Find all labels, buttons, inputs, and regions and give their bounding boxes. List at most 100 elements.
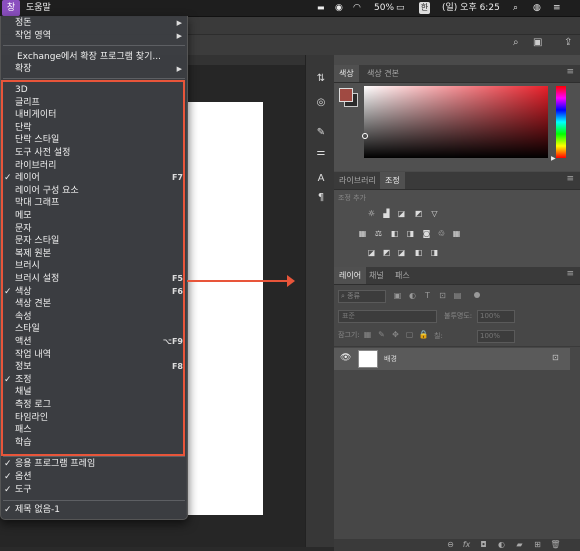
menu-separator <box>3 45 185 46</box>
share-icon[interactable]: ⇪ <box>564 37 572 48</box>
new-layer-icon[interactable]: ⊞ <box>532 540 543 549</box>
black-white-icon[interactable]: ◨ <box>405 229 416 238</box>
camera-icon[interactable]: ◉ <box>335 0 343 16</box>
filter-toggle[interactable] <box>474 292 480 298</box>
link-layers-icon[interactable]: ⊖ <box>445 540 456 549</box>
document-canvas[interactable] <box>186 102 263 515</box>
delete-layer-icon[interactable]: 🗑 <box>550 540 561 549</box>
threshold-icon[interactable]: ◪ <box>396 248 407 257</box>
filter-type-icon[interactable]: T <box>422 291 433 300</box>
lock-image-icon[interactable]: ✎ <box>376 330 387 339</box>
color-picker-cursor[interactable] <box>362 133 368 139</box>
tab-color[interactable]: 색상 <box>334 65 359 82</box>
submenu-arrow-icon: ▶ <box>176 19 182 27</box>
siri-icon[interactable]: ◍ <box>533 0 541 16</box>
layer-name[interactable]: 배경 <box>384 354 397 364</box>
gradient-adjust-icon[interactable]: ▽ <box>429 209 440 218</box>
color-lookup-icon[interactable]: ▦ <box>451 229 462 238</box>
lock-artboard-icon[interactable]: ▢ <box>404 330 415 339</box>
exposure-icon[interactable]: ◩ <box>413 209 424 218</box>
spotlight-icon[interactable]: ⌕ <box>513 0 518 16</box>
checkmark-icon: ✓ <box>4 459 12 469</box>
photo-filter-icon[interactable]: ◙ <box>421 229 432 238</box>
add-mask-icon[interactable]: ◘ <box>478 540 489 549</box>
brush-icon[interactable]: ✎ <box>315 127 327 139</box>
blend-mode-select[interactable]: 표준 <box>338 310 437 323</box>
new-adjustment-icon[interactable]: ◐ <box>496 540 507 549</box>
layer-lock-icon[interactable]: ⊡ <box>552 353 559 362</box>
menu-item-label: 작업 영역 <box>15 31 51 41</box>
menu-item-extensions[interactable]: 확장 ▶ <box>1 63 187 75</box>
menu-item-label: 제목 없음-1 <box>15 505 60 515</box>
filter-adjust-icon[interactable]: ◐ <box>407 291 418 300</box>
brush-settings-icon[interactable]: ⚌ <box>315 147 327 159</box>
channel-mixer-icon[interactable]: ♲ <box>436 229 447 238</box>
color-field[interactable] <box>364 86 548 158</box>
window-menu[interactable]: 창 <box>2 0 20 16</box>
color-balance-icon[interactable]: ◧ <box>389 229 400 238</box>
selective-color-icon[interactable]: ◨ <box>429 248 440 257</box>
search-icon[interactable]: ⌕ <box>513 37 519 48</box>
history-icon[interactable]: ⇅ <box>315 73 327 85</box>
posterize-icon[interactable]: ◩ <box>381 248 392 257</box>
tab-paths[interactable]: 패스 <box>390 267 415 284</box>
actions-icon[interactable]: ◎ <box>315 97 327 109</box>
submenu-arrow-icon: ▶ <box>176 32 182 40</box>
filter-shape-icon[interactable]: ⊡ <box>437 291 448 300</box>
lock-transparent-icon[interactable]: ▦ <box>362 330 373 339</box>
annotation-arrow-line <box>187 280 291 282</box>
filter-pixel-icon[interactable]: ▣ <box>392 291 403 300</box>
help-menu[interactable]: 도움말 <box>26 0 51 16</box>
battery-icon[interactable]: ▭ <box>396 0 405 16</box>
tab-libraries[interactable]: 라이브러리 <box>334 172 381 189</box>
brightness-icon[interactable]: ☼ <box>366 209 377 218</box>
gradient-map-icon[interactable]: ◧ <box>413 248 424 257</box>
hue-slider[interactable] <box>556 86 566 158</box>
tab-channels[interactable]: 채널 <box>364 267 389 284</box>
wifi-icon[interactable]: ◠ <box>353 0 361 16</box>
layers-panel: ⌕ 종류 ▣ ◐ T ⊡ ▤ 표준 불투명도: 100% 잠그기: ▦ ✎ ✥ … <box>334 285 580 539</box>
curves-icon[interactable]: ◪ <box>396 209 407 218</box>
vibrance-icon[interactable]: ▦ <box>357 229 368 238</box>
menu-item-exchange[interactable]: Exchange에서 확장 프로그램 찾기... <box>1 51 187 63</box>
lock-position-icon[interactable]: ✥ <box>390 330 401 339</box>
panel-menu-icon[interactable]: ≡ <box>566 269 574 279</box>
new-group-icon[interactable]: ▰ <box>514 540 525 549</box>
menu-item-workspace[interactable]: 작업 영역 ▶ <box>1 30 187 42</box>
opacity-field[interactable]: 100% <box>477 310 515 323</box>
menu-item-arrange[interactable]: 정돈 ▶ <box>1 17 187 29</box>
hue-saturation-icon[interactable]: ⚖ <box>373 229 384 238</box>
levels-icon[interactable]: ▟ <box>381 209 392 218</box>
fx-icon[interactable]: fx <box>461 540 472 549</box>
input-source[interactable]: 한 <box>419 2 430 14</box>
hue-slider-handle[interactable]: ▶ <box>551 155 556 162</box>
lock-all-icon[interactable]: 🔒 <box>418 330 429 339</box>
foreground-color-swatch[interactable] <box>339 88 353 102</box>
tab-swatches[interactable]: 색상 견본 <box>362 65 404 82</box>
filter-smart-icon[interactable]: ▤ <box>452 291 463 300</box>
menu-item-frame-option[interactable]: ✓ 도구 <box>1 484 187 496</box>
checkmark-icon: ✓ <box>4 485 12 495</box>
paragraph-icon[interactable]: ¶ <box>315 192 327 204</box>
clock[interactable]: (일) 오후 6:25 <box>442 0 500 16</box>
layer-kind-filter[interactable]: ⌕ 종류 <box>338 290 386 303</box>
workspace-icon[interactable]: ▣ <box>533 37 542 48</box>
panel-menu-icon[interactable]: ≡ <box>566 67 574 77</box>
display-icon[interactable]: ▬ <box>317 0 325 16</box>
invert-icon[interactable]: ◪ <box>366 248 377 257</box>
fill-label: 칠: <box>434 332 443 340</box>
panel-menu-icon[interactable]: ≡ <box>566 174 574 184</box>
adjustments-panel-tabs: 라이브러리 조정 ≡ <box>334 172 580 190</box>
layer-row[interactable]: 👁 배경 ⊡ <box>334 348 570 370</box>
fill-field[interactable]: 100% <box>477 330 515 343</box>
menu-item-frame-option[interactable]: ✓ 옵션 <box>1 471 187 483</box>
character-icon[interactable]: A <box>315 173 327 185</box>
tab-adjustments[interactable]: 조정 <box>380 172 405 189</box>
tab-layers[interactable]: 레이어 <box>334 267 367 284</box>
control-center-icon[interactable]: ≡ <box>553 0 561 16</box>
menu-item-frame-option[interactable]: ✓ 응용 프로그램 프레임 <box>1 458 187 470</box>
lock-label: 잠그기: <box>338 331 360 339</box>
menu-item-document[interactable]: ✓ 제목 없음-1 <box>1 504 187 516</box>
menu-separator <box>3 500 185 501</box>
visibility-eye-icon[interactable]: 👁 <box>340 353 351 363</box>
